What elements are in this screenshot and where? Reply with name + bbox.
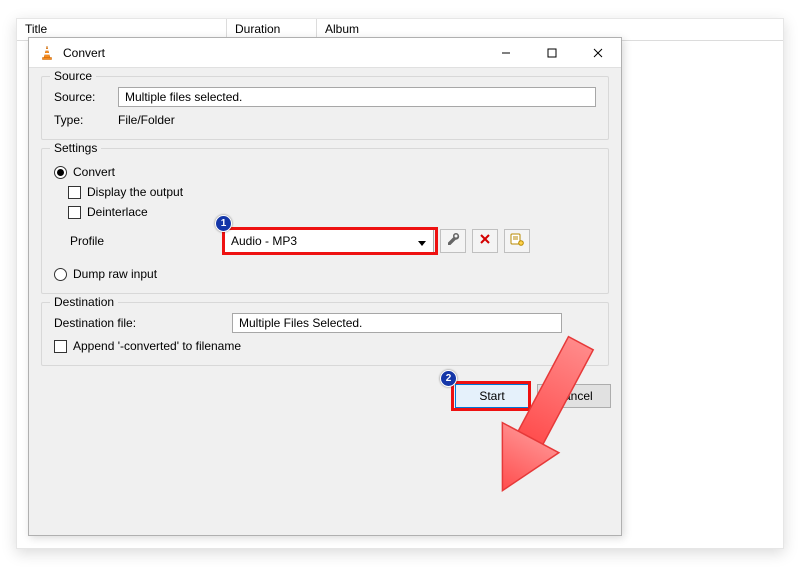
source-label: Source: <box>54 90 118 104</box>
start-button[interactable]: Start <box>455 384 529 408</box>
profile-label: Profile <box>54 234 224 248</box>
dump-raw-label: Dump raw input <box>73 267 157 281</box>
annotation-badge-1: 1 <box>215 215 232 232</box>
convert-radio[interactable]: Convert <box>54 165 596 179</box>
x-icon <box>479 232 491 250</box>
destination-group-title: Destination <box>50 295 118 309</box>
cancel-button[interactable]: Cancel <box>537 384 611 408</box>
radio-on-icon <box>54 166 67 179</box>
settings-group: Settings Convert Display the output Dein… <box>41 148 609 294</box>
type-value: File/Folder <box>118 113 175 127</box>
new-profile-button[interactable] <box>504 229 530 253</box>
profile-combobox[interactable]: Audio - MP3 <box>224 229 434 253</box>
convert-dialog: Convert Source Source: Multiple files se… <box>28 37 622 536</box>
checkbox-icon <box>68 206 81 219</box>
titlebar: Convert <box>29 38 621 68</box>
source-group: Source Source: Multiple files selected. … <box>41 76 609 140</box>
wrench-icon <box>446 232 460 251</box>
destination-file-label: Destination file: <box>54 316 232 330</box>
vlc-cone-icon <box>39 45 55 61</box>
edit-profile-button[interactable] <box>440 229 466 253</box>
new-profile-icon <box>510 232 524 251</box>
radio-off-icon <box>54 268 67 281</box>
close-button[interactable] <box>575 38 621 68</box>
dump-raw-radio[interactable]: Dump raw input <box>54 267 596 281</box>
checkbox-icon <box>68 186 81 199</box>
destination-file-input[interactable]: Multiple Files Selected. <box>232 313 562 333</box>
destination-group: Destination Destination file: Multiple F… <box>41 302 609 366</box>
delete-profile-button[interactable] <box>472 229 498 253</box>
profile-value: Audio - MP3 <box>231 234 297 248</box>
source-group-title: Source <box>50 69 96 83</box>
display-output-checkbox[interactable]: Display the output <box>68 185 596 199</box>
source-input[interactable]: Multiple files selected. <box>118 87 596 107</box>
annotation-badge-2: 2 <box>440 370 457 387</box>
settings-group-title: Settings <box>50 141 101 155</box>
display-output-label: Display the output <box>87 185 183 199</box>
type-label: Type: <box>54 113 118 127</box>
deinterlace-label: Deinterlace <box>87 205 148 219</box>
maximize-button[interactable] <box>529 38 575 68</box>
append-converted-checkbox[interactable]: Append '-converted' to filename <box>54 339 596 353</box>
convert-radio-label: Convert <box>73 165 115 179</box>
chevron-down-icon <box>417 237 427 251</box>
deinterlace-checkbox[interactable]: Deinterlace <box>68 205 596 219</box>
append-converted-label: Append '-converted' to filename <box>73 339 241 353</box>
dialog-title: Convert <box>63 46 105 60</box>
minimize-button[interactable] <box>483 38 529 68</box>
checkbox-icon <box>54 340 67 353</box>
